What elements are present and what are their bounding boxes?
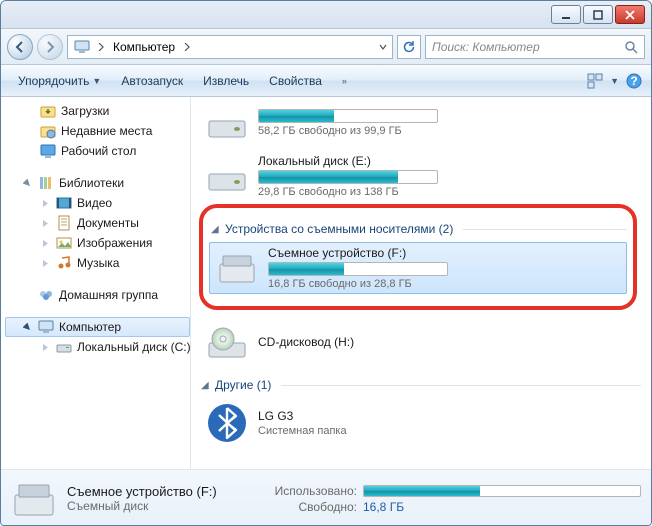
sidebar-item-computer[interactable]: Компьютер xyxy=(5,317,190,337)
nav-bar: Компьютер Поиск: Компьютер xyxy=(1,29,651,65)
usage-bar xyxy=(363,485,641,497)
drive-title: Съемное устройство (F:) xyxy=(268,246,620,260)
svg-text:?: ? xyxy=(630,74,637,88)
drive-icon xyxy=(56,339,72,355)
collapse-icon: ◢ xyxy=(201,380,211,391)
sidebar-item-pictures[interactable]: Изображения xyxy=(5,233,190,253)
device-subtitle: Системная папка xyxy=(258,425,634,437)
drive-item-cd[interactable]: CD-дисковод (H:) xyxy=(199,318,641,368)
details-title: Съемное устройство (F:) xyxy=(67,484,247,499)
chevron-down-icon[interactable]: ▼ xyxy=(610,76,619,86)
free-value: 16,8 ГБ xyxy=(363,500,404,514)
drive-item[interactable]: 58,2 ГБ свободно из 99,9 ГБ xyxy=(199,101,641,148)
bluetooth-icon xyxy=(206,402,248,444)
drive-item-f[interactable]: Съемное устройство (F:) 16,8 ГБ свободно… xyxy=(209,242,627,294)
eject-button[interactable]: Извлечь xyxy=(194,68,258,94)
pictures-icon xyxy=(56,235,72,251)
chevron-right-icon[interactable] xyxy=(94,36,108,58)
highlight-callout: ◢Устройства со съемными носителями (2) С… xyxy=(199,204,637,310)
video-icon xyxy=(56,195,72,211)
organize-button[interactable]: Упорядочить▼ xyxy=(9,68,110,94)
details-pane: Съемное устройство (F:) Съемный диск Исп… xyxy=(1,469,651,526)
item-view: 58,2 ГБ свободно из 99,9 ГБ Локальный ди… xyxy=(191,97,651,469)
cd-drive-icon xyxy=(206,322,248,364)
sidebar-item-documents[interactable]: Документы xyxy=(5,213,190,233)
drive-subtitle: 58,2 ГБ свободно из 99,9 ГБ xyxy=(258,125,634,137)
drive-item-e[interactable]: Локальный диск (E:) 29,8 ГБ свободно из … xyxy=(199,150,641,202)
removable-drive-icon xyxy=(11,476,57,522)
music-icon xyxy=(56,255,72,271)
search-input[interactable]: Поиск: Компьютер xyxy=(425,35,645,59)
expand-icon[interactable] xyxy=(22,178,33,189)
chevron-down-icon: ▼ xyxy=(92,76,101,86)
nav-pane: Загрузки Недавние места Рабочий стол Биб… xyxy=(1,97,191,469)
address-bar[interactable]: Компьютер xyxy=(67,35,393,59)
expand-icon[interactable] xyxy=(40,342,51,353)
chevron-right-icon: » xyxy=(342,76,347,86)
minimize-button[interactable] xyxy=(551,5,581,24)
free-label: Свободно: xyxy=(257,500,357,514)
drive-subtitle: 29,8 ГБ свободно из 138 ГБ xyxy=(258,186,634,198)
search-icon xyxy=(624,40,638,54)
homegroup-icon xyxy=(38,287,54,303)
sidebar-item-videos[interactable]: Видео xyxy=(5,193,190,213)
expand-icon[interactable] xyxy=(40,198,51,209)
used-label: Использовано: xyxy=(257,484,357,498)
removable-drive-icon xyxy=(216,247,258,289)
collapse-icon: ◢ xyxy=(211,224,221,235)
documents-icon xyxy=(56,215,72,231)
libraries-icon xyxy=(38,175,54,191)
close-button[interactable] xyxy=(615,5,645,24)
titlebar xyxy=(1,1,651,29)
properties-button[interactable]: Свойства xyxy=(260,68,331,94)
drive-subtitle: 16,8 ГБ свободно из 28,8 ГБ xyxy=(268,278,620,290)
group-header-other[interactable]: ◢Другие (1) xyxy=(199,370,641,398)
forward-button[interactable] xyxy=(37,34,63,60)
maximize-button[interactable] xyxy=(583,5,613,24)
drive-icon xyxy=(206,102,248,144)
sidebar-item-local-c[interactable]: Локальный диск (C:) xyxy=(5,337,190,357)
breadcrumb-computer[interactable]: Компьютер xyxy=(108,36,180,58)
view-button[interactable] xyxy=(586,72,604,90)
search-placeholder: Поиск: Компьютер xyxy=(432,40,540,54)
drive-title: CD-дисковод (H:) xyxy=(258,335,634,349)
details-subtitle: Съемный диск xyxy=(67,499,247,513)
expand-icon[interactable] xyxy=(40,238,51,249)
computer-icon xyxy=(73,38,91,56)
drive-title: Локальный диск (E:) xyxy=(258,154,634,168)
device-item-lg[interactable]: LG G3 Системная папка xyxy=(199,398,641,448)
expand-icon[interactable] xyxy=(40,218,51,229)
expand-icon[interactable] xyxy=(40,258,51,269)
refresh-button[interactable] xyxy=(397,35,421,59)
sidebar-item-homegroup[interactable]: Домашняя группа xyxy=(5,285,190,305)
expand-icon[interactable] xyxy=(22,322,33,333)
autoplay-button[interactable]: Автозапуск xyxy=(112,68,192,94)
sidebar-item-downloads[interactable]: Загрузки xyxy=(5,101,190,121)
drive-icon xyxy=(206,155,248,197)
device-title: LG G3 xyxy=(258,409,634,423)
more-button[interactable]: » xyxy=(333,68,356,94)
sidebar-item-music[interactable]: Музыка xyxy=(5,253,190,273)
group-header-removable[interactable]: ◢Устройства со съемными носителями (2) xyxy=(209,214,627,242)
explorer-window: Компьютер Поиск: Компьютер Упорядочить▼ … xyxy=(0,0,652,526)
computer-icon xyxy=(38,319,54,335)
desktop-icon xyxy=(40,143,56,159)
recent-icon xyxy=(40,123,56,139)
help-button[interactable]: ? xyxy=(625,72,643,90)
sidebar-item-recent[interactable]: Недавние места xyxy=(5,121,190,141)
back-button[interactable] xyxy=(7,34,33,60)
sidebar-item-libraries[interactable]: Библиотеки xyxy=(5,173,190,193)
breadcrumb-label: Компьютер xyxy=(113,40,175,54)
sidebar-item-desktop[interactable]: Рабочий стол xyxy=(5,141,190,161)
downloads-icon xyxy=(40,103,56,119)
address-dropdown[interactable] xyxy=(374,36,390,58)
command-bar: Упорядочить▼ Автозапуск Извлечь Свойства… xyxy=(1,65,651,97)
chevron-right-icon[interactable] xyxy=(180,36,194,58)
body: Загрузки Недавние места Рабочий стол Биб… xyxy=(1,97,651,469)
